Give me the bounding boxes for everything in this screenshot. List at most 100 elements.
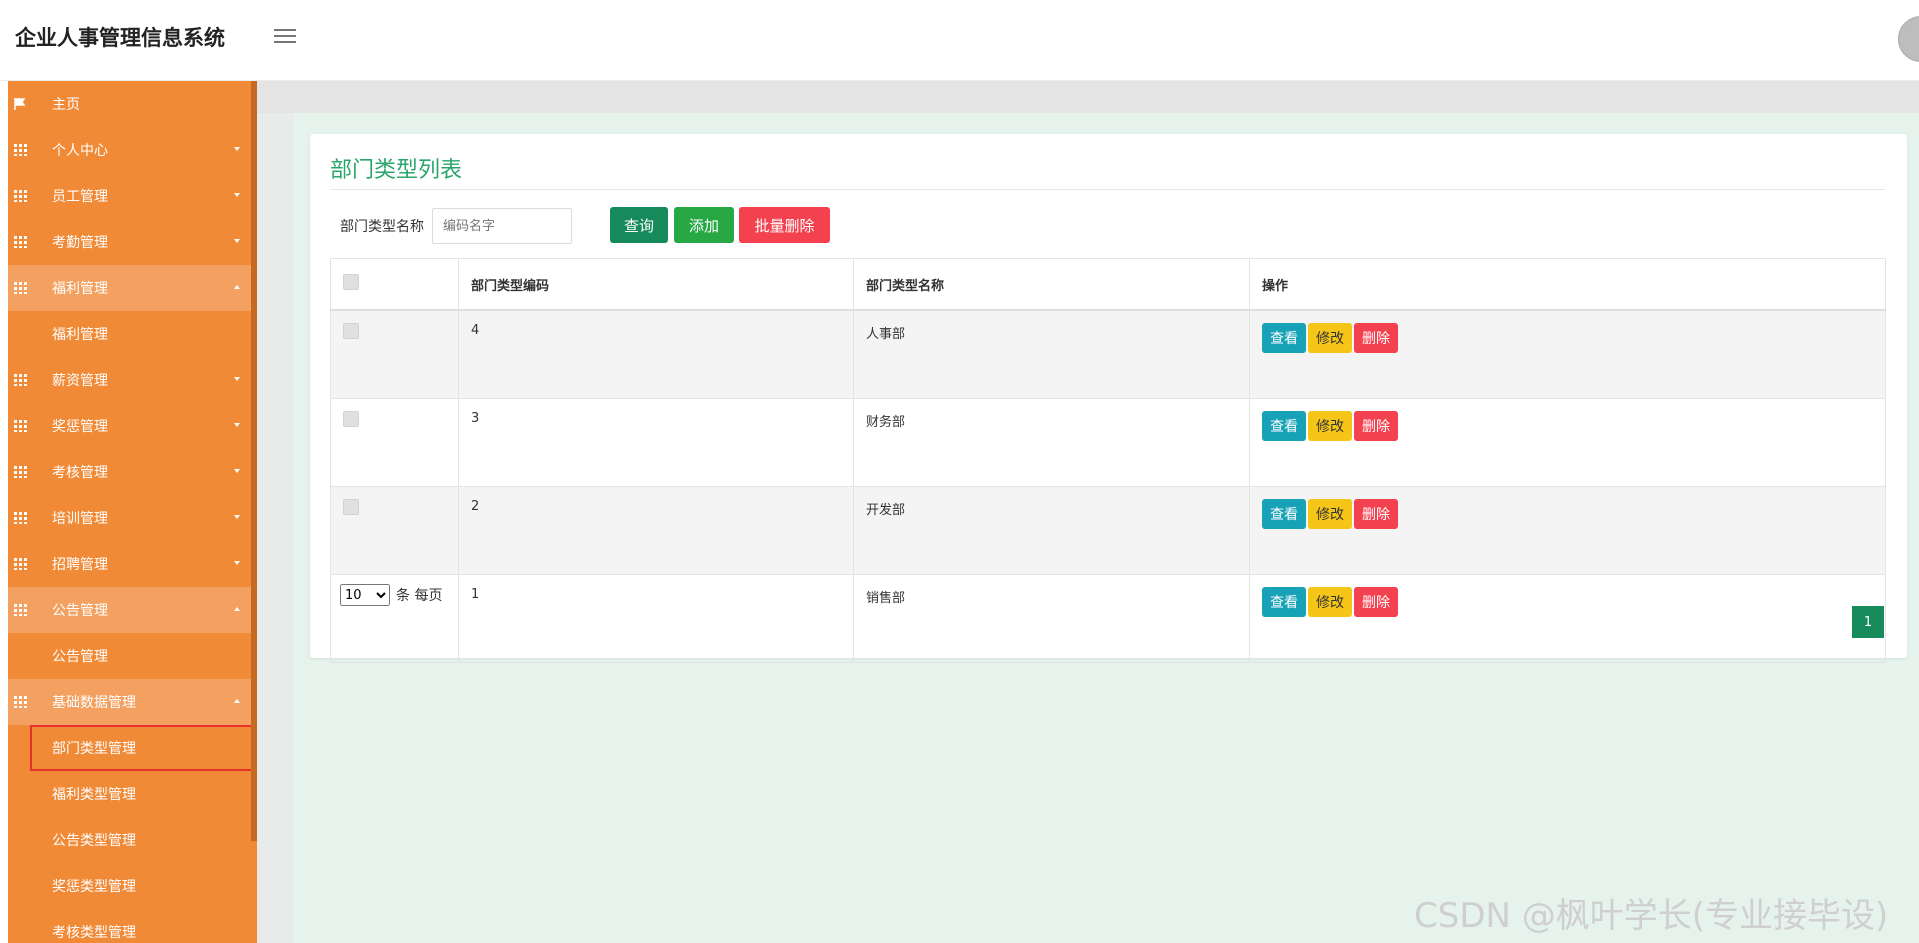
chevron-down-icon (234, 377, 240, 381)
flag-icon (14, 98, 28, 110)
chevron-down-icon (234, 469, 240, 473)
grid-icon (14, 236, 28, 248)
edit-button[interactable]: 修改 (1308, 323, 1352, 353)
grid-icon (14, 190, 28, 202)
top-navbar: 企业人事管理信息系统 (0, 0, 1919, 81)
code-cell: 1 (458, 574, 854, 663)
sidebar-subitem-department-type[interactable]: 部门类型管理 (30, 725, 253, 771)
sidebar-item-label: 主页 (52, 97, 80, 113)
actions-cell: 查看 修改 删除 (1249, 309, 1886, 399)
name-cell: 人事部 (853, 309, 1250, 399)
row-checkbox[interactable] (343, 411, 359, 427)
edit-button[interactable]: 修改 (1308, 587, 1352, 617)
view-button[interactable]: 查看 (1262, 499, 1306, 529)
sidebar-item-label: 个人中心 (52, 143, 108, 159)
actions-cell: 查看 修改 删除 (1249, 486, 1886, 575)
column-header-code[interactable]: 部门类型编码 (458, 258, 854, 311)
sidebar-subitem-notice[interactable]: 公告管理 (8, 633, 257, 679)
actions-cell: 查看 修改 删除 (1249, 574, 1886, 663)
per-page-label: 条 每页 (396, 588, 443, 604)
table-header-row: 部门类型编码 部门类型名称 操作 (330, 258, 1886, 311)
menu-toggle-icon[interactable] (274, 25, 296, 47)
sidebar-item-label: 考核管理 (52, 465, 108, 481)
edit-button[interactable]: 修改 (1308, 499, 1352, 529)
sidebar-subitem-label: 福利类型管理 (52, 787, 136, 803)
watermark: CSDN @枫叶学长(专业接毕设) (1414, 896, 1889, 936)
sidebar-item-notice[interactable]: 公告管理 (8, 587, 257, 633)
search-label: 部门类型名称 (340, 219, 424, 235)
chevron-down-icon (234, 193, 240, 197)
sidebar-subitem-label: 福利管理 (52, 327, 108, 343)
sidebar-item-base-data[interactable]: 基础数据管理 (8, 679, 257, 725)
content-header-strip (257, 81, 1919, 113)
sidebar-item-label: 考勤管理 (52, 235, 108, 251)
sidebar-item-label: 基础数据管理 (52, 695, 136, 711)
name-cell: 销售部 (853, 574, 1250, 663)
sidebar-item-salary[interactable]: 薪资管理 (8, 357, 257, 403)
sidebar: 主页 个人中心 员工管理 考勤管理 福利管理 福利管理 薪资管理 奖惩管理 考核… (8, 81, 257, 943)
name-cell: 财务部 (853, 398, 1250, 487)
page-size-control: 10 条 每页 (340, 584, 442, 606)
delete-button[interactable]: 删除 (1354, 323, 1398, 353)
sidebar-subitem-label: 公告管理 (52, 649, 108, 665)
grid-icon (14, 558, 28, 570)
delete-button[interactable]: 删除 (1354, 499, 1398, 529)
grid-icon (14, 420, 28, 432)
sidebar-item-attendance[interactable]: 考勤管理 (8, 219, 257, 265)
search-input[interactable] (432, 208, 572, 244)
sidebar-subitem-welfare-type[interactable]: 福利类型管理 (8, 771, 257, 817)
column-header-name[interactable]: 部门类型名称 (853, 258, 1250, 311)
department-type-table: 部门类型编码 部门类型名称 操作 4 人事部 查看 修改 删除 3 财务部 查看… (330, 258, 1886, 663)
sidebar-item-personal-center[interactable]: 个人中心 (8, 127, 257, 173)
row-checkbox[interactable] (343, 323, 359, 339)
avatar[interactable] (1898, 16, 1919, 62)
grid-icon (14, 282, 28, 294)
grid-icon (14, 604, 28, 616)
column-header-actions: 操作 (1249, 258, 1886, 311)
checkbox-cell (330, 486, 459, 575)
batch-delete-button[interactable]: 批量删除 (739, 207, 830, 243)
divider (330, 189, 1885, 190)
sidebar-item-home[interactable]: 主页 (8, 81, 257, 127)
add-button[interactable]: 添加 (674, 207, 734, 243)
sidebar-item-welfare[interactable]: 福利管理 (8, 265, 257, 311)
select-all-checkbox[interactable] (343, 274, 359, 290)
sidebar-subitem-label: 奖惩类型管理 (52, 879, 136, 895)
sidebar-item-assessment[interactable]: 考核管理 (8, 449, 257, 495)
edit-button[interactable]: 修改 (1308, 411, 1352, 441)
chevron-down-icon (234, 515, 240, 519)
chevron-down-icon (234, 239, 240, 243)
view-button[interactable]: 查看 (1262, 323, 1306, 353)
list-panel: 部门类型列表 部门类型名称 查询 添加 批量删除 部门类型编码 部门类型名称 操… (310, 134, 1907, 663)
delete-button[interactable]: 删除 (1354, 411, 1398, 441)
code-cell: 4 (458, 309, 854, 399)
pagination-page-1[interactable]: 1 (1852, 606, 1884, 638)
query-button[interactable]: 查询 (610, 207, 668, 243)
name-cell: 开发部 (853, 486, 1250, 575)
view-button[interactable]: 查看 (1262, 411, 1306, 441)
checkbox-cell (330, 309, 459, 399)
sidebar-item-recruit[interactable]: 招聘管理 (8, 541, 257, 587)
sidebar-subitem-label: 部门类型管理 (52, 741, 136, 757)
sidebar-item-label: 福利管理 (52, 281, 108, 297)
sidebar-item-label: 奖惩管理 (52, 419, 108, 435)
row-checkbox[interactable] (343, 499, 359, 515)
sidebar-subitem-notice-type[interactable]: 公告类型管理 (8, 817, 257, 863)
sidebar-subitem-assessment-type[interactable]: 考核类型管理 (8, 909, 257, 943)
sidebar-item-employee[interactable]: 员工管理 (8, 173, 257, 219)
sidebar-subitem-welfare[interactable]: 福利管理 (8, 311, 257, 357)
sidebar-item-reward[interactable]: 奖惩管理 (8, 403, 257, 449)
table-row: 4 人事部 查看 修改 删除 (330, 309, 1886, 399)
grid-icon (14, 696, 28, 708)
chevron-up-icon (234, 607, 240, 611)
grid-icon (14, 512, 28, 524)
table-row: 1 销售部 查看 修改 删除 (330, 574, 1886, 663)
sidebar-subitem-reward-type[interactable]: 奖惩类型管理 (8, 863, 257, 909)
chevron-up-icon (234, 699, 240, 703)
delete-button[interactable]: 删除 (1354, 587, 1398, 617)
view-button[interactable]: 查看 (1262, 587, 1306, 617)
code-cell: 2 (458, 486, 854, 575)
chevron-down-icon (234, 423, 240, 427)
page-size-select[interactable]: 10 (340, 584, 390, 606)
sidebar-item-training[interactable]: 培训管理 (8, 495, 257, 541)
